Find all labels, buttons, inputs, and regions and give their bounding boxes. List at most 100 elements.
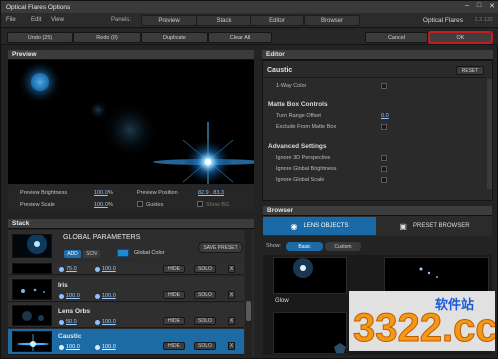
solo-button[interactable]: SOLO <box>194 317 216 325</box>
one-way-color-checkbox[interactable] <box>381 83 387 89</box>
brightness-icon <box>59 345 64 350</box>
browser-item-3[interactable] <box>273 312 347 354</box>
matte-box-section: Matte Box Controls <box>268 101 328 108</box>
solo-button[interactable]: SOLO <box>194 265 216 273</box>
brand-name: Optical Flares <box>422 17 463 24</box>
hide-button[interactable]: HIDE <box>163 291 185 299</box>
preview-scale-unit: % <box>108 202 113 208</box>
global-color-swatch[interactable] <box>117 249 129 257</box>
solo-button[interactable]: SOLO <box>194 342 216 350</box>
add-tag[interactable]: ADD <box>64 250 81 258</box>
ok-button[interactable]: OK <box>429 32 492 43</box>
hide-button[interactable]: HIDE <box>163 265 185 273</box>
iris-scale-value[interactable]: 100.0 <box>102 293 116 299</box>
brightness-icon <box>59 294 64 299</box>
preview-position-value[interactable]: 82.9 , 83.3 <box>198 190 224 196</box>
ignore-scale-label: Ignore Global Scale <box>276 177 325 183</box>
showbg-checkbox[interactable] <box>197 201 203 207</box>
lens-orbs-name: Lens Orbs <box>58 308 91 315</box>
solo-button[interactable]: SOLO <box>194 291 216 299</box>
preview-brightness-unit: % <box>108 190 113 196</box>
global-color-label: Global Color <box>134 250 165 256</box>
menu-file[interactable]: File <box>6 17 16 23</box>
minimize-icon[interactable]: – <box>465 2 469 10</box>
stack-scrollbar[interactable] <box>245 230 252 355</box>
save-preset-button[interactable]: SAVE PRESET <box>198 242 243 253</box>
remove-layer-button[interactable]: X <box>228 317 235 325</box>
panels-label: Panels: <box>111 17 132 23</box>
preview-brightness-value[interactable]: 100.0 <box>94 190 108 196</box>
window-title: Optical Flares Options <box>6 3 71 11</box>
tab-stack[interactable]: Stack <box>196 15 252 26</box>
tab-browser[interactable]: Browser <box>304 15 360 26</box>
caustic-scale-value[interactable]: 100.0 <box>102 344 116 350</box>
remove-layer-button[interactable]: X <box>228 265 235 273</box>
hide-button[interactable]: HIDE <box>163 342 185 350</box>
tab-lens-objects[interactable]: ◉ LENS OBJECTS <box>263 217 376 235</box>
browser-header: Browser <box>263 206 492 216</box>
editor-scrollbar[interactable] <box>487 79 492 189</box>
ignore-3d-label: Ignore 3D Perspective <box>276 155 331 161</box>
caustic-thumb <box>12 331 52 352</box>
global-parameters-title: GLOBAL PARAMETERS <box>63 234 141 241</box>
stack-scroll-thumb[interactable] <box>246 301 251 321</box>
toolbar: Undo (25) Redo (0) Duplicate Clear All C… <box>1 29 498 45</box>
remove-layer-button[interactable]: X <box>228 342 235 350</box>
brightness-icon <box>59 267 64 272</box>
reset-button[interactable]: RESET <box>456 66 484 75</box>
preview-viewport[interactable] <box>8 60 254 184</box>
exclude-matte-checkbox[interactable] <box>381 124 387 130</box>
remove-layer-button[interactable]: X <box>228 291 235 299</box>
global-thumb <box>12 234 52 258</box>
tab-preview[interactable]: Preview <box>141 15 197 26</box>
preview-brightness-label: Preview Brightness <box>20 190 68 196</box>
stack-header: Stack <box>8 219 254 229</box>
ignore-3d-checkbox[interactable] <box>381 155 387 161</box>
preview-scale-label: Preview Scale <box>20 202 55 208</box>
filter-custom[interactable]: Custom <box>325 242 361 251</box>
iris-brightness-value[interactable]: 100.0 <box>66 293 80 299</box>
lens-orbs-thumb <box>12 305 52 326</box>
menu-view[interactable]: View <box>51 17 64 23</box>
window-controls: – □ ✕ <box>465 2 495 10</box>
redo-button[interactable]: Redo (0) <box>73 32 141 43</box>
ignore-scale-checkbox[interactable] <box>381 177 387 183</box>
caustic-brightness-value[interactable]: 100.0 <box>66 344 80 350</box>
clear-all-button[interactable]: Clear All <box>208 32 272 43</box>
scale-icon <box>95 294 100 299</box>
cancel-button[interactable]: Cancel <box>365 32 428 43</box>
preset-browser-label: PRESET BROWSER <box>412 223 470 229</box>
menu-edit[interactable]: Edit <box>31 17 41 23</box>
showbg-label: Show BG <box>206 202 230 208</box>
flare-render <box>8 60 254 184</box>
iris-name: Iris <box>58 282 68 289</box>
duplicate-button[interactable]: Duplicate <box>141 32 208 43</box>
advanced-section: Advanced Settings <box>268 143 327 150</box>
ignore-brightness-checkbox[interactable] <box>381 166 387 172</box>
scn-tag[interactable]: SCN <box>83 250 100 258</box>
ignore-brightness-label: Ignore Global Brightness <box>276 166 337 172</box>
editor-header: Editor <box>262 50 493 60</box>
close-icon[interactable]: ✕ <box>489 2 495 10</box>
title-bar: Optical Flares Options – □ ✕ <box>1 1 498 13</box>
undo-button[interactable]: Undo (25) <box>7 32 73 43</box>
lens-orbs-scale-value[interactable]: 100.0 <box>102 319 116 325</box>
lens-orbs-brightness-value[interactable]: 50.0 <box>66 319 77 325</box>
watermark: 3322.cc 软件站 <box>349 291 498 351</box>
exclude-matte-label: Exclude From Matte Box <box>276 124 337 130</box>
tab-preset-browser[interactable]: ▣ PRESET BROWSER <box>378 217 491 235</box>
menu-bar: File Edit View Panels: Preview Stack Edi… <box>1 13 498 28</box>
guides-checkbox[interactable] <box>137 201 143 207</box>
browser-item-2[interactable] <box>384 257 489 294</box>
preview-scale-value[interactable]: 100.0 <box>94 202 108 208</box>
range-offset-value[interactable]: 0.0 <box>381 113 389 119</box>
lens-objects-icon: ◉ <box>290 221 298 231</box>
maximize-icon[interactable]: □ <box>477 2 481 10</box>
filter-basic[interactable]: Basic <box>286 242 323 251</box>
tab-editor[interactable]: Editor <box>250 15 304 26</box>
browser-item-glow[interactable] <box>273 257 347 294</box>
preview-header: Preview <box>8 50 254 60</box>
layer-brightness-value[interactable]: 75.0 <box>66 266 77 272</box>
layer-scale-value[interactable]: 100.0 <box>102 266 116 272</box>
hide-button[interactable]: HIDE <box>163 317 185 325</box>
